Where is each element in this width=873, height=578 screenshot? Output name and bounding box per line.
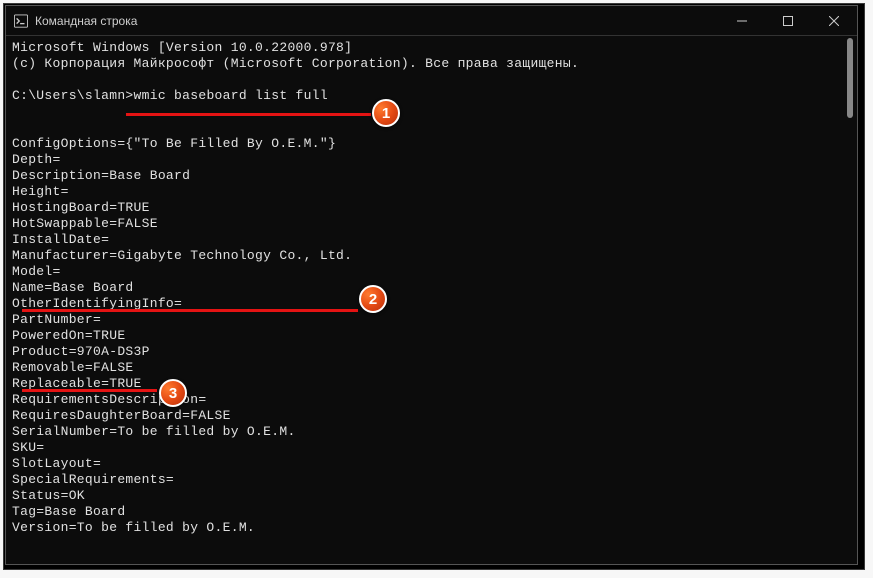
out-model: Model= <box>12 264 61 279</box>
app-frame: Командная строка Microsoft Windows [Vers… <box>3 3 865 570</box>
annotation-badge-1: 1 <box>372 99 400 127</box>
annotation-badge-3: 3 <box>159 379 187 407</box>
out-depth: Depth= <box>12 152 61 167</box>
minimize-button[interactable] <box>719 6 765 36</box>
out-hotswappable: HotSwappable=FALSE <box>12 216 158 231</box>
command-prompt-window: Командная строка Microsoft Windows [Vers… <box>5 5 858 565</box>
out-installdate: InstallDate= <box>12 232 109 247</box>
close-button[interactable] <box>811 6 857 36</box>
window-controls <box>719 6 857 35</box>
titlebar-left: Командная строка <box>14 14 137 28</box>
annotation-badge-2: 2 <box>359 285 387 313</box>
out-config: ConfigOptions={"To Be Filled By O.E.M."} <box>12 136 336 151</box>
scrollbar[interactable] <box>843 36 857 564</box>
maximize-button[interactable] <box>765 6 811 36</box>
out-height: Height= <box>12 184 69 199</box>
out-hostingboard: HostingBoard=TRUE <box>12 200 150 215</box>
annotation-underline-2 <box>22 309 358 312</box>
window-title: Командная строка <box>35 14 137 28</box>
out-serial: SerialNumber=To be filled by O.E.M. <box>12 424 296 439</box>
out-sku: SKU= <box>12 440 44 455</box>
out-manufacturer: Manufacturer=Gigabyte Technology Co., Lt… <box>12 248 352 263</box>
banner-line2: (c) Корпорация Майкрософт (Microsoft Cor… <box>12 56 579 71</box>
out-poweredon: PoweredOn=TRUE <box>12 328 125 343</box>
out-specreq: SpecialRequirements= <box>12 472 174 487</box>
banner-line1: Microsoft Windows [Version 10.0.22000.97… <box>12 40 352 55</box>
out-description: Description=Base Board <box>12 168 190 183</box>
out-removable: Removable=FALSE <box>12 360 134 375</box>
out-partnumber: PartNumber= <box>12 312 101 327</box>
prompt: C:\Users\slamn> <box>12 88 134 103</box>
annotation-underline-1 <box>126 113 371 116</box>
scrollbar-thumb[interactable] <box>847 38 853 118</box>
out-name: Name=Base Board <box>12 280 134 295</box>
titlebar[interactable]: Командная строка <box>6 6 857 36</box>
out-slotlayout: SlotLayout= <box>12 456 101 471</box>
annotation-underline-3 <box>22 389 157 392</box>
out-tag: Tag=Base Board <box>12 504 125 519</box>
out-product: Product=970A-DS3P <box>12 344 150 359</box>
out-reqdaughter: RequiresDaughterBoard=FALSE <box>12 408 231 423</box>
command-prompt-icon <box>14 14 28 28</box>
out-version: Version=To be filled by O.E.M. <box>12 520 255 535</box>
out-status: Status=OK <box>12 488 85 503</box>
command-text: wmic baseboard list full <box>134 88 328 103</box>
